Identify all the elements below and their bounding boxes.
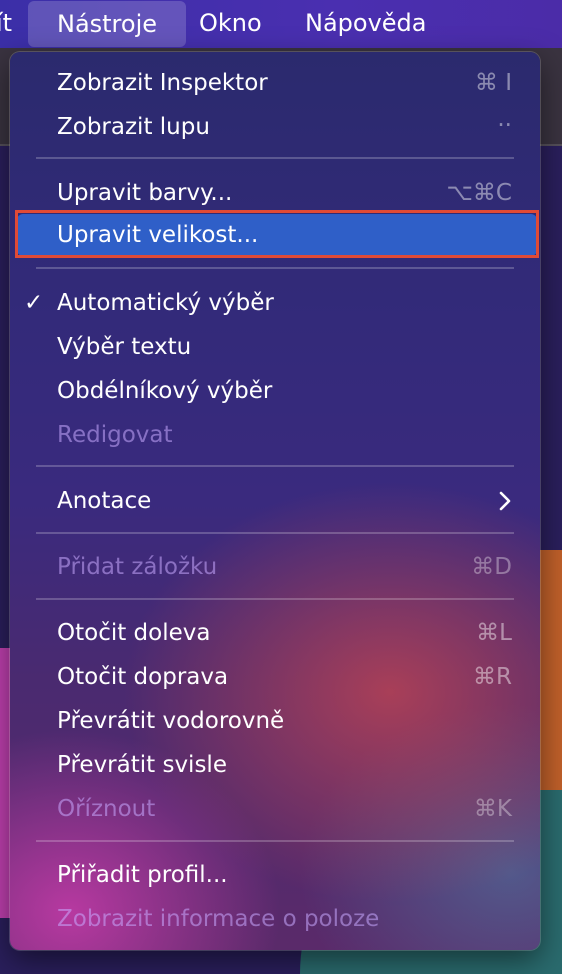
menu-item-label: Přidat záložku (57, 554, 218, 580)
menubar-item-previous[interactable]: ít (0, 0, 12, 48)
menu-item-auto-selection[interactable]: ✓ Automatický výběr (10, 284, 540, 324)
menu-item-rotate-right[interactable]: Otočit doprava ⌘R (10, 658, 540, 698)
menubar-item-help[interactable]: Nápověda (305, 0, 427, 48)
menu-item-show-location-info: Zobrazit informace o poloze (10, 900, 540, 940)
menu-item-adjust-colors[interactable]: Upravit barvy... ⌥⌘C (10, 174, 540, 214)
menu-separator (36, 532, 514, 534)
menu-item-redact: Redigovat (10, 416, 540, 456)
menu-item-annotate[interactable]: Anotace (10, 482, 540, 522)
chevron-right-icon (499, 491, 511, 511)
menu-item-show-loupe[interactable]: Zobrazit lupu .. (10, 106, 540, 148)
menu-item-label: Přiřadit profil... (57, 862, 228, 888)
menu-item-label: Upravit barvy... (57, 180, 233, 206)
menu-item-crop: Oříznout ⌘K (10, 790, 540, 830)
menu-item-label: Obdélníkový výběr (57, 378, 273, 404)
menu-separator (36, 598, 514, 600)
menu-item-label: Převrátit vodorovně (57, 708, 285, 734)
menu-item-text-selection[interactable]: Výběr textu (10, 328, 540, 368)
menu-item-flip-vertical[interactable]: Převrátit svisle (10, 746, 540, 786)
menubar-item-tools[interactable]: Nástroje (28, 1, 186, 47)
menu-item-rect-selection[interactable]: Obdélníkový výběr (10, 372, 540, 412)
tools-dropdown-menu: Zobrazit Inspektor ⌘ I Zobrazit lupu .. … (10, 52, 540, 950)
menu-item-shortcut: ⌥⌘C (446, 180, 512, 206)
checkmark-icon: ✓ (24, 290, 44, 316)
menu-item-add-bookmark: Přidat záložku ⌘D (10, 548, 540, 588)
background-image-right (540, 550, 562, 790)
menu-item-shortcut: ⌘ I (474, 70, 512, 96)
annotation-highlight-box (15, 210, 539, 258)
menubar-item-window[interactable]: Okno (199, 0, 262, 48)
menu-separator (36, 465, 514, 467)
menu-item-label: Zobrazit informace o poloze (57, 906, 380, 932)
menu-item-assign-profile[interactable]: Přiřadit profil... (10, 856, 540, 896)
menu-item-label: Automatický výběr (57, 290, 274, 316)
menu-item-label: Otočit doleva (57, 620, 211, 646)
menu-item-rotate-left[interactable]: Otočit doleva ⌘L (10, 614, 540, 654)
menu-item-shortcut: ⌘D (471, 554, 512, 580)
menu-item-label: Redigovat (57, 422, 173, 448)
menu-item-label: Otočit doprava (57, 664, 229, 690)
menu-item-flip-horizontal[interactable]: Převrátit vodorovně (10, 702, 540, 742)
menu-separator (36, 157, 514, 159)
menu-bar: ít Nástroje Okno Nápověda (0, 0, 562, 48)
menu-separator (36, 267, 514, 269)
menu-item-shortcut: ⌘R (473, 664, 512, 690)
menu-item-label: Výběr textu (57, 334, 192, 360)
menu-item-show-inspector[interactable]: Zobrazit Inspektor ⌘ I (10, 64, 540, 104)
menu-item-label: Anotace (57, 488, 152, 514)
menu-item-label: Převrátit svisle (57, 752, 227, 778)
menu-item-shortcut: .. (497, 106, 512, 132)
menu-item-shortcut: ⌘L (476, 620, 512, 646)
menu-separator (36, 840, 514, 842)
menu-item-label: Oříznout (57, 796, 156, 822)
menu-item-label: Zobrazit Inspektor (57, 70, 268, 96)
menu-item-shortcut: ⌘K (473, 796, 512, 822)
menu-item-label: Zobrazit lupu (57, 114, 210, 140)
